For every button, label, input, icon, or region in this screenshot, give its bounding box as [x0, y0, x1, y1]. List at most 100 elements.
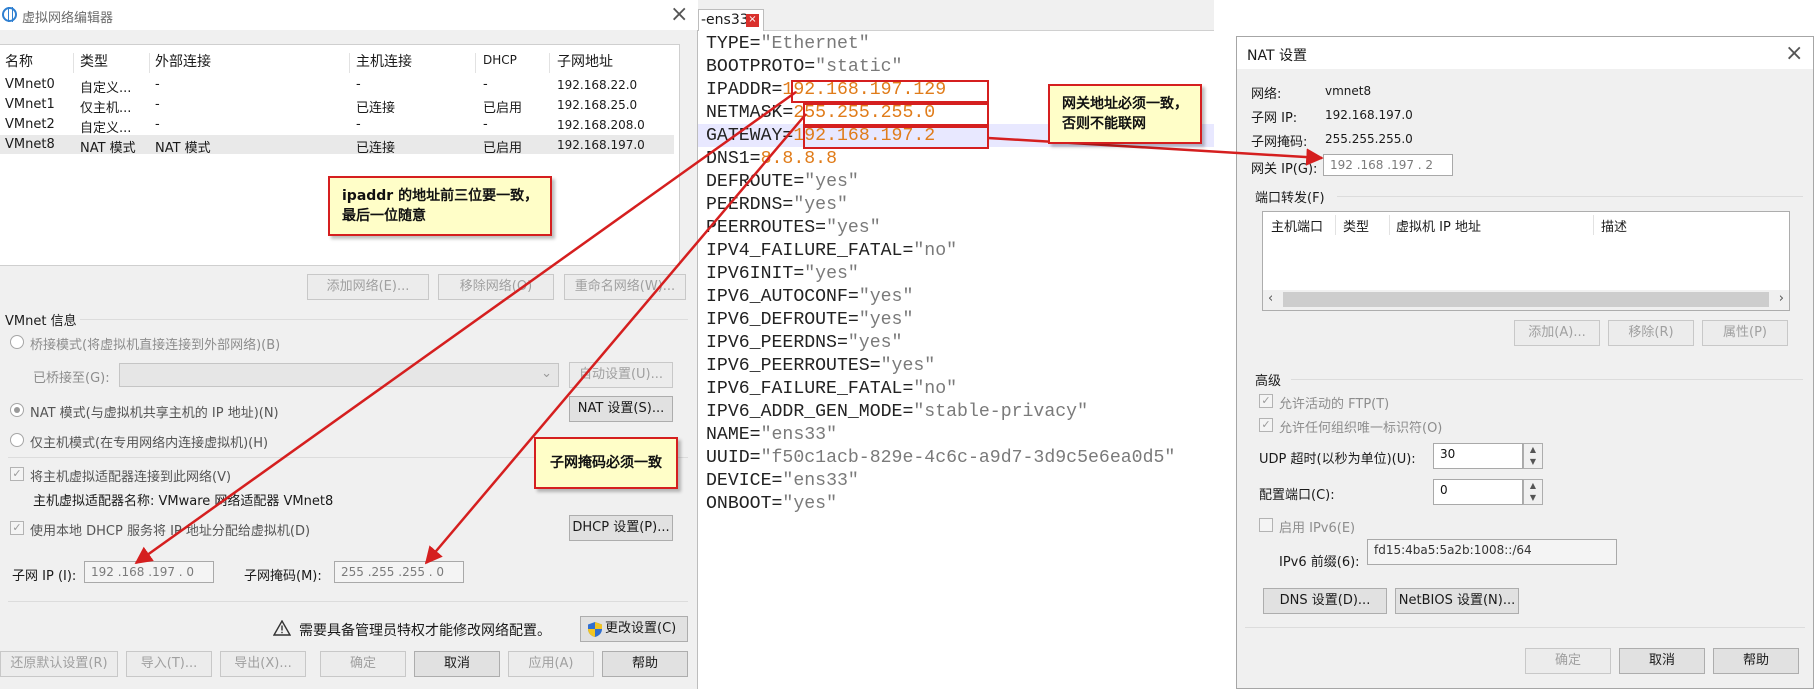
row-host: 已连接 [356, 141, 396, 156]
config-port-input[interactable]: 0 [1433, 479, 1523, 505]
bridge-mode-radio[interactable] [10, 335, 24, 349]
row-dhcp: 已启用 [483, 141, 523, 156]
nat-help-button[interactable]: 帮助 [1713, 648, 1799, 674]
config-value: "yes" [804, 264, 859, 284]
column-header-host[interactable]: 主机连接 [356, 51, 412, 71]
ipaddr-annotation: ipaddr 的地址前三位要一致， 最后一位随意 [328, 176, 553, 236]
globe-icon [2, 7, 17, 22]
nat-cancel-button[interactable]: 取消 [1619, 648, 1705, 674]
pf-add-button[interactable]: 添加(A)... [1514, 320, 1600, 346]
config-value: "yes" [826, 218, 881, 238]
close-icon[interactable]: × [670, 4, 688, 26]
config-key: IPV6_PEERROUTES= [706, 356, 881, 376]
restore-defaults-button[interactable]: 还原默认设置(R) [0, 651, 118, 677]
chevron-left-icon[interactable]: ‹ [1268, 291, 1273, 306]
config-value: "ens33" [760, 425, 837, 445]
bridged-to-select[interactable]: ⌄ [119, 363, 559, 387]
auto-settings-button[interactable]: 自动设置(U)... [569, 362, 673, 388]
port-forward-table[interactable]: 主机端口 类型 虚拟机 IP 地址 描述 ‹ › [1262, 211, 1790, 311]
pf-column-type[interactable]: 类型 [1343, 216, 1369, 235]
dialog-title: NAT 设置 [1247, 48, 1307, 64]
nat-settings-button[interactable]: NAT 设置(S)... [569, 396, 673, 422]
nat-mode-radio[interactable] [10, 403, 24, 417]
nat-ok-button[interactable]: 确定 [1525, 648, 1611, 674]
code-line: PEERROUTES="yes" [706, 217, 881, 240]
config-key: UUID= [706, 448, 761, 468]
row-name: VMnet1 [5, 97, 55, 112]
table-row[interactable]: VMnet2 自定义... - - - 192.168.208.0 [0, 115, 674, 136]
row-type: 仅主机... [80, 101, 132, 116]
udp-timeout-label: UDP 超时(以秒为单位)(U): [1259, 452, 1416, 467]
pf-remove-button[interactable]: 移除(R) [1608, 320, 1694, 346]
horizontal-scrollbar[interactable]: ‹ › [1263, 290, 1789, 310]
column-header-subnet[interactable]: 子网地址 [557, 51, 613, 71]
network-value: vmnet8 [1325, 84, 1372, 98]
pf-column-vm-ip[interactable]: 虚拟机 IP 地址 [1396, 216, 1481, 235]
netmask-annotation: 子网掩码必须一致 [534, 437, 678, 489]
pf-column-host-port[interactable]: 主机端口 [1271, 216, 1323, 235]
rename-network-button[interactable]: 重命名网络(W)... [564, 274, 686, 300]
dhcp-settings-button[interactable]: DHCP 设置(P)... [569, 515, 673, 541]
editor-tab-bar: -ens33 × [698, 0, 1214, 31]
code-line: IPV6_DEFROUTE="yes" [706, 309, 913, 332]
import-button[interactable]: 导入(T)... [126, 651, 212, 677]
code-line: IPV6_PEERROUTES="yes" [706, 355, 935, 378]
close-icon[interactable]: × [1785, 43, 1803, 65]
code-line: IPV6_PEERDNS="yes" [706, 332, 902, 355]
table-row[interactable]: VMnet0 自定义... - - - 192.168.22.0 [0, 75, 674, 96]
udp-timeout-input[interactable]: 30 [1433, 443, 1523, 469]
pf-column-description[interactable]: 描述 [1601, 216, 1627, 235]
scrollbar-thumb[interactable] [1283, 292, 1769, 307]
dns-settings-button[interactable]: DNS 设置(D)... [1263, 588, 1387, 614]
ok-button[interactable]: 确定 [320, 651, 406, 677]
netbios-settings-button[interactable]: NetBIOS 设置(N)... [1395, 588, 1519, 614]
config-value: "yes" [793, 195, 848, 215]
remove-network-button[interactable]: 移除网络(O) [438, 274, 554, 300]
close-icon[interactable]: × [746, 14, 759, 27]
subnet-ip-input[interactable]: 192 .168 .197 . 0 [84, 561, 214, 583]
config-key: IPV6_ADDR_GEN_MODE= [706, 402, 914, 422]
tab-ens33[interactable]: -ens33 × [698, 9, 764, 31]
chevron-right-icon[interactable]: › [1779, 291, 1784, 306]
connect-adapter-checkbox[interactable]: ✓ [10, 467, 24, 481]
config-port-label: 配置端口(C): [1259, 488, 1335, 503]
ipaddr-note-line-1: ipaddr 的地址前三位要一致， [342, 188, 539, 204]
subnet-mask-label: 子网掩码(M): [244, 569, 322, 584]
host-only-radio[interactable] [10, 433, 24, 447]
help-button[interactable]: 帮助 [602, 651, 688, 677]
add-network-button[interactable]: 添加网络(E)... [307, 274, 429, 300]
udp-timeout-stepper[interactable]: ▲ ▼ [1523, 443, 1543, 469]
config-value: "yes" [782, 494, 837, 514]
code-line: IPV6_AUTOCONF="yes" [706, 286, 913, 309]
ipv6-prefix-input[interactable]: fd15:4ba5:5a2b:1008::/64 [1367, 539, 1617, 565]
enable-ipv6-checkbox[interactable] [1259, 518, 1273, 532]
config-value: "yes" [858, 310, 914, 330]
row-subnet: 192.168.197.0 [557, 138, 645, 152]
cancel-button[interactable]: 取消 [414, 651, 500, 677]
pf-properties-button[interactable]: 属性(P) [1702, 320, 1788, 346]
column-header-external[interactable]: 外部连接 [155, 51, 211, 71]
config-key: GATEWAY= [706, 126, 794, 146]
change-settings-button[interactable]: 更改设置(C) [580, 616, 688, 642]
table-row[interactable]: VMnet1 仅主机... - 已连接 已启用 192.168.25.0 [0, 95, 674, 116]
column-header-dhcp[interactable]: DHCP [483, 53, 517, 67]
code-line: DEFROUTE="yes" [706, 171, 859, 194]
allow-uid-checkbox[interactable]: ✓ [1259, 418, 1273, 432]
config-key: TYPE= [706, 34, 761, 54]
shield-icon [588, 622, 602, 637]
ipv6-prefix-label: IPv6 前缀(6): [1279, 555, 1360, 570]
allow-ftp-checkbox[interactable]: ✓ [1259, 394, 1273, 408]
apply-button[interactable]: 应用(A) [508, 651, 594, 677]
code-line: NAME="ens33" [706, 424, 837, 447]
column-header-name[interactable]: 名称 [5, 51, 33, 71]
column-header-type[interactable]: 类型 [80, 51, 108, 71]
table-row-selected[interactable]: VMnet8 NAT 模式 NAT 模式 已连接 已启用 192.168.197… [0, 135, 674, 156]
use-dhcp-checkbox[interactable]: ✓ [10, 521, 24, 535]
gateway-input[interactable]: 192 .168 .197 . 2 [1323, 154, 1453, 176]
config-value: "ens33" [782, 471, 859, 491]
config-key: BOOTPROTO= [706, 57, 816, 77]
config-key: IPV4_FAILURE_FATAL= [706, 241, 914, 261]
subnet-mask-input[interactable]: 255 .255 .255 . 0 [334, 561, 464, 583]
config-port-stepper[interactable]: ▲ ▼ [1523, 479, 1543, 505]
export-button[interactable]: 导出(X)... [220, 651, 306, 677]
